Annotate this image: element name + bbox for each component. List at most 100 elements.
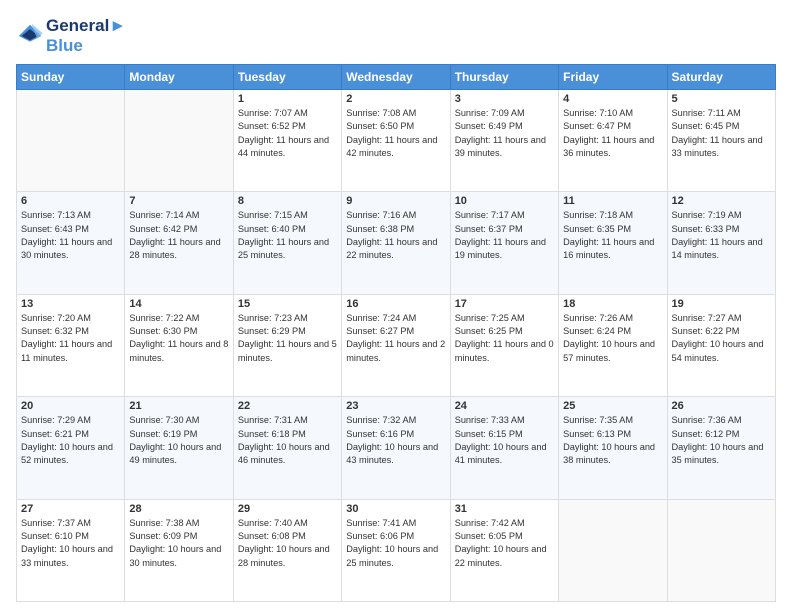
table-row: 11 Sunrise: 7:18 AMSunset: 6:35 PMDayligh… [559, 192, 667, 294]
table-row: 19 Sunrise: 7:27 AMSunset: 6:22 PMDayligh… [667, 294, 775, 396]
calendar-table: Sunday Monday Tuesday Wednesday Thursday… [16, 64, 776, 602]
day-info: Sunrise: 7:15 AMSunset: 6:40 PMDaylight:… [238, 209, 337, 262]
day-info: Sunrise: 7:31 AMSunset: 6:18 PMDaylight:… [238, 414, 337, 467]
table-row: 29 Sunrise: 7:40 AMSunset: 6:08 PMDayligh… [233, 499, 341, 601]
table-row: 24Sunrise: 7:33 AMSunset: 6:15 PMDayligh… [450, 397, 558, 499]
table-row: 20 Sunrise: 7:29 AMSunset: 6:21 PMDayligh… [17, 397, 125, 499]
day-number: 15 [238, 298, 337, 310]
day-info: Sunrise: 7:38 AMSunset: 6:09 PMDaylight:… [129, 517, 228, 570]
day-number: 5 [672, 93, 771, 105]
logo: General► Blue [16, 16, 126, 56]
table-row: 5 Sunrise: 7:11 AMSunset: 6:45 PMDaylight… [667, 90, 775, 192]
table-row: 27 Sunrise: 7:37 AMSunset: 6:10 PMDayligh… [17, 499, 125, 601]
day-number: 20 [21, 400, 120, 412]
day-number: 29 [238, 503, 337, 515]
day-number: 25 [563, 400, 662, 412]
table-row [17, 90, 125, 192]
day-number: 10 [455, 195, 554, 207]
day-number: 27 [21, 503, 120, 515]
col-wednesday: Wednesday [342, 65, 450, 90]
day-number: 31 [455, 503, 554, 515]
table-row: 26 Sunrise: 7:36 AMSunset: 6:12 PMDayligh… [667, 397, 775, 499]
table-row: 17 Sunrise: 7:25 AMSunset: 6:25 PMDayligh… [450, 294, 558, 396]
day-number: 18 [563, 298, 662, 310]
table-row [667, 499, 775, 601]
col-monday: Monday [125, 65, 233, 90]
day-number: 19 [672, 298, 771, 310]
col-sunday: Sunday [17, 65, 125, 90]
day-number: 2 [346, 93, 445, 105]
day-info: Sunrise: 7:32 AMSunset: 6:16 PMDaylight:… [346, 414, 445, 467]
day-info: Sunrise: 7:22 AMSunset: 6:30 PMDaylight:… [129, 312, 228, 365]
col-tuesday: Tuesday [233, 65, 341, 90]
day-info: Sunrise: 7:42 AMSunset: 6:05 PMDaylight:… [455, 517, 554, 570]
day-number: 9 [346, 195, 445, 207]
day-info: Sunrise: 7:29 AMSunset: 6:21 PMDaylight:… [21, 414, 120, 467]
day-info: Sunrise: 7:41 AMSunset: 6:06 PMDaylight:… [346, 517, 445, 570]
day-info: Sunrise: 7:13 AMSunset: 6:43 PMDaylight:… [21, 209, 120, 262]
day-info: Sunrise: 7:11 AMSunset: 6:45 PMDaylight:… [672, 107, 771, 160]
table-row: 3 Sunrise: 7:09 AMSunset: 6:49 PMDaylight… [450, 90, 558, 192]
table-row: 23 Sunrise: 7:32 AMSunset: 6:16 PMDayligh… [342, 397, 450, 499]
day-number: 24 [455, 400, 554, 412]
day-info: Sunrise: 7:30 AMSunset: 6:19 PMDaylight:… [129, 414, 228, 467]
day-number: 30 [346, 503, 445, 515]
day-info: Sunrise: 7:09 AMSunset: 6:49 PMDaylight:… [455, 107, 554, 160]
col-saturday: Saturday [667, 65, 775, 90]
day-info: Sunrise: 7:19 AMSunset: 6:33 PMDaylight:… [672, 209, 771, 262]
table-row: 21 Sunrise: 7:30 AMSunset: 6:19 PMDayligh… [125, 397, 233, 499]
calendar-week-row: 13Sunrise: 7:20 AMSunset: 6:32 PMDayligh… [17, 294, 776, 396]
table-row: 10Sunrise: 7:17 AMSunset: 6:37 PMDayligh… [450, 192, 558, 294]
day-info: Sunrise: 7:40 AMSunset: 6:08 PMDaylight:… [238, 517, 337, 570]
logo-text: General► Blue [46, 16, 126, 56]
day-number: 16 [346, 298, 445, 310]
calendar-week-row: 20 Sunrise: 7:29 AMSunset: 6:21 PMDayligh… [17, 397, 776, 499]
page: General► Blue Sunday Monday Tuesday Wedn… [0, 0, 792, 612]
day-info: Sunrise: 7:35 AMSunset: 6:13 PMDaylight:… [563, 414, 662, 467]
day-info: Sunrise: 7:14 AMSunset: 6:42 PMDaylight:… [129, 209, 228, 262]
table-row: 9 Sunrise: 7:16 AMSunset: 6:38 PMDaylight… [342, 192, 450, 294]
day-info: Sunrise: 7:37 AMSunset: 6:10 PMDaylight:… [21, 517, 120, 570]
table-row: 4 Sunrise: 7:10 AMSunset: 6:47 PMDaylight… [559, 90, 667, 192]
table-row: 31 Sunrise: 7:42 AMSunset: 6:05 PMDayligh… [450, 499, 558, 601]
day-info: Sunrise: 7:26 AMSunset: 6:24 PMDaylight:… [563, 312, 662, 365]
table-row: 18 Sunrise: 7:26 AMSunset: 6:24 PMDayligh… [559, 294, 667, 396]
day-number: 17 [455, 298, 554, 310]
day-number: 23 [346, 400, 445, 412]
day-number: 21 [129, 400, 228, 412]
day-number: 3 [455, 93, 554, 105]
day-info: Sunrise: 7:18 AMSunset: 6:35 PMDaylight:… [563, 209, 662, 262]
day-number: 6 [21, 195, 120, 207]
day-number: 4 [563, 93, 662, 105]
table-row: 1 Sunrise: 7:07 AMSunset: 6:52 PMDaylight… [233, 90, 341, 192]
col-thursday: Thursday [450, 65, 558, 90]
table-row: 15Sunrise: 7:23 AMSunset: 6:29 PMDayligh… [233, 294, 341, 396]
header: General► Blue [16, 16, 776, 56]
day-info: Sunrise: 7:24 AMSunset: 6:27 PMDaylight:… [346, 312, 445, 365]
table-row: 2Sunrise: 7:08 AMSunset: 6:50 PMDaylight… [342, 90, 450, 192]
table-row: 28 Sunrise: 7:38 AMSunset: 6:09 PMDayligh… [125, 499, 233, 601]
day-number: 14 [129, 298, 228, 310]
day-number: 26 [672, 400, 771, 412]
calendar-week-row: 1 Sunrise: 7:07 AMSunset: 6:52 PMDaylight… [17, 90, 776, 192]
day-number: 1 [238, 93, 337, 105]
table-row: 13Sunrise: 7:20 AMSunset: 6:32 PMDayligh… [17, 294, 125, 396]
table-row: 14 Sunrise: 7:22 AMSunset: 6:30 PMDayligh… [125, 294, 233, 396]
day-info: Sunrise: 7:10 AMSunset: 6:47 PMDaylight:… [563, 107, 662, 160]
day-info: Sunrise: 7:25 AMSunset: 6:25 PMDaylight:… [455, 312, 554, 365]
day-info: Sunrise: 7:27 AMSunset: 6:22 PMDaylight:… [672, 312, 771, 365]
table-row: 6 Sunrise: 7:13 AMSunset: 6:43 PMDaylight… [17, 192, 125, 294]
day-number: 22 [238, 400, 337, 412]
table-row [559, 499, 667, 601]
day-info: Sunrise: 7:36 AMSunset: 6:12 PMDaylight:… [672, 414, 771, 467]
day-info: Sunrise: 7:07 AMSunset: 6:52 PMDaylight:… [238, 107, 337, 160]
table-row [125, 90, 233, 192]
table-row: 30 Sunrise: 7:41 AMSunset: 6:06 PMDayligh… [342, 499, 450, 601]
table-row: 8Sunrise: 7:15 AMSunset: 6:40 PMDaylight… [233, 192, 341, 294]
day-number: 12 [672, 195, 771, 207]
calendar-week-row: 27 Sunrise: 7:37 AMSunset: 6:10 PMDayligh… [17, 499, 776, 601]
day-number: 7 [129, 195, 228, 207]
day-number: 28 [129, 503, 228, 515]
day-number: 11 [563, 195, 662, 207]
day-info: Sunrise: 7:16 AMSunset: 6:38 PMDaylight:… [346, 209, 445, 262]
